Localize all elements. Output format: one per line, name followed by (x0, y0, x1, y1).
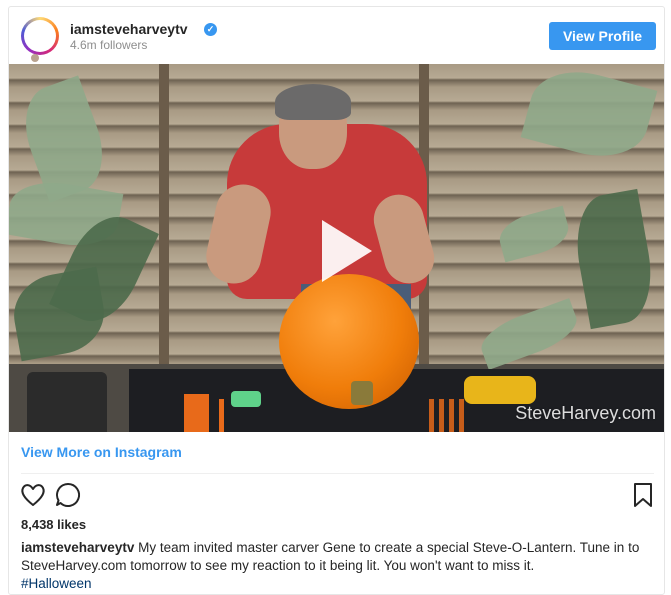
carving-tool (231, 391, 261, 407)
video-thumbnail[interactable]: SteveHarvey.com (9, 64, 664, 432)
pumpkin (279, 274, 419, 409)
view-profile-button[interactable]: View Profile (549, 22, 656, 50)
pumpkin-stem (351, 381, 373, 405)
view-more-link[interactable]: View More on Instagram (21, 444, 182, 460)
verified-badge-icon: ✓ (204, 23, 217, 36)
post-caption: iamsteveharveytv My team invited master … (21, 539, 654, 593)
comment-icon[interactable] (54, 481, 82, 509)
heart-icon[interactable] (19, 481, 47, 509)
video-watermark: SteveHarvey.com (515, 403, 656, 423)
instagram-embed-card: iamsteveharveytv ✓ 4.6m followers View P… (8, 6, 665, 595)
post-header: iamsteveharveytv ✓ 4.6m followers View P… (9, 7, 664, 64)
caption-username[interactable]: iamsteveharveytv (21, 540, 134, 555)
divider (21, 473, 654, 474)
like-count[interactable]: 8,438 likes (21, 517, 86, 532)
carving-tool (429, 399, 434, 432)
avatar[interactable] (21, 17, 59, 55)
person-hair (275, 84, 351, 120)
carving-tool (459, 399, 464, 432)
follower-count: 4.6m followers (70, 38, 148, 52)
plant-pot (27, 372, 107, 432)
fence-post (159, 64, 169, 374)
hashtag-link[interactable]: #Halloween (21, 576, 92, 591)
drill (464, 376, 536, 404)
username[interactable]: iamsteveharveytv (70, 21, 188, 37)
carving-tool (449, 399, 454, 432)
play-icon[interactable] (308, 216, 378, 286)
carving-tool (219, 399, 224, 432)
drill-bit-case (184, 394, 209, 432)
carving-tool (439, 399, 444, 432)
avatar-story-indicator (31, 54, 39, 62)
bookmark-icon[interactable] (629, 481, 657, 509)
